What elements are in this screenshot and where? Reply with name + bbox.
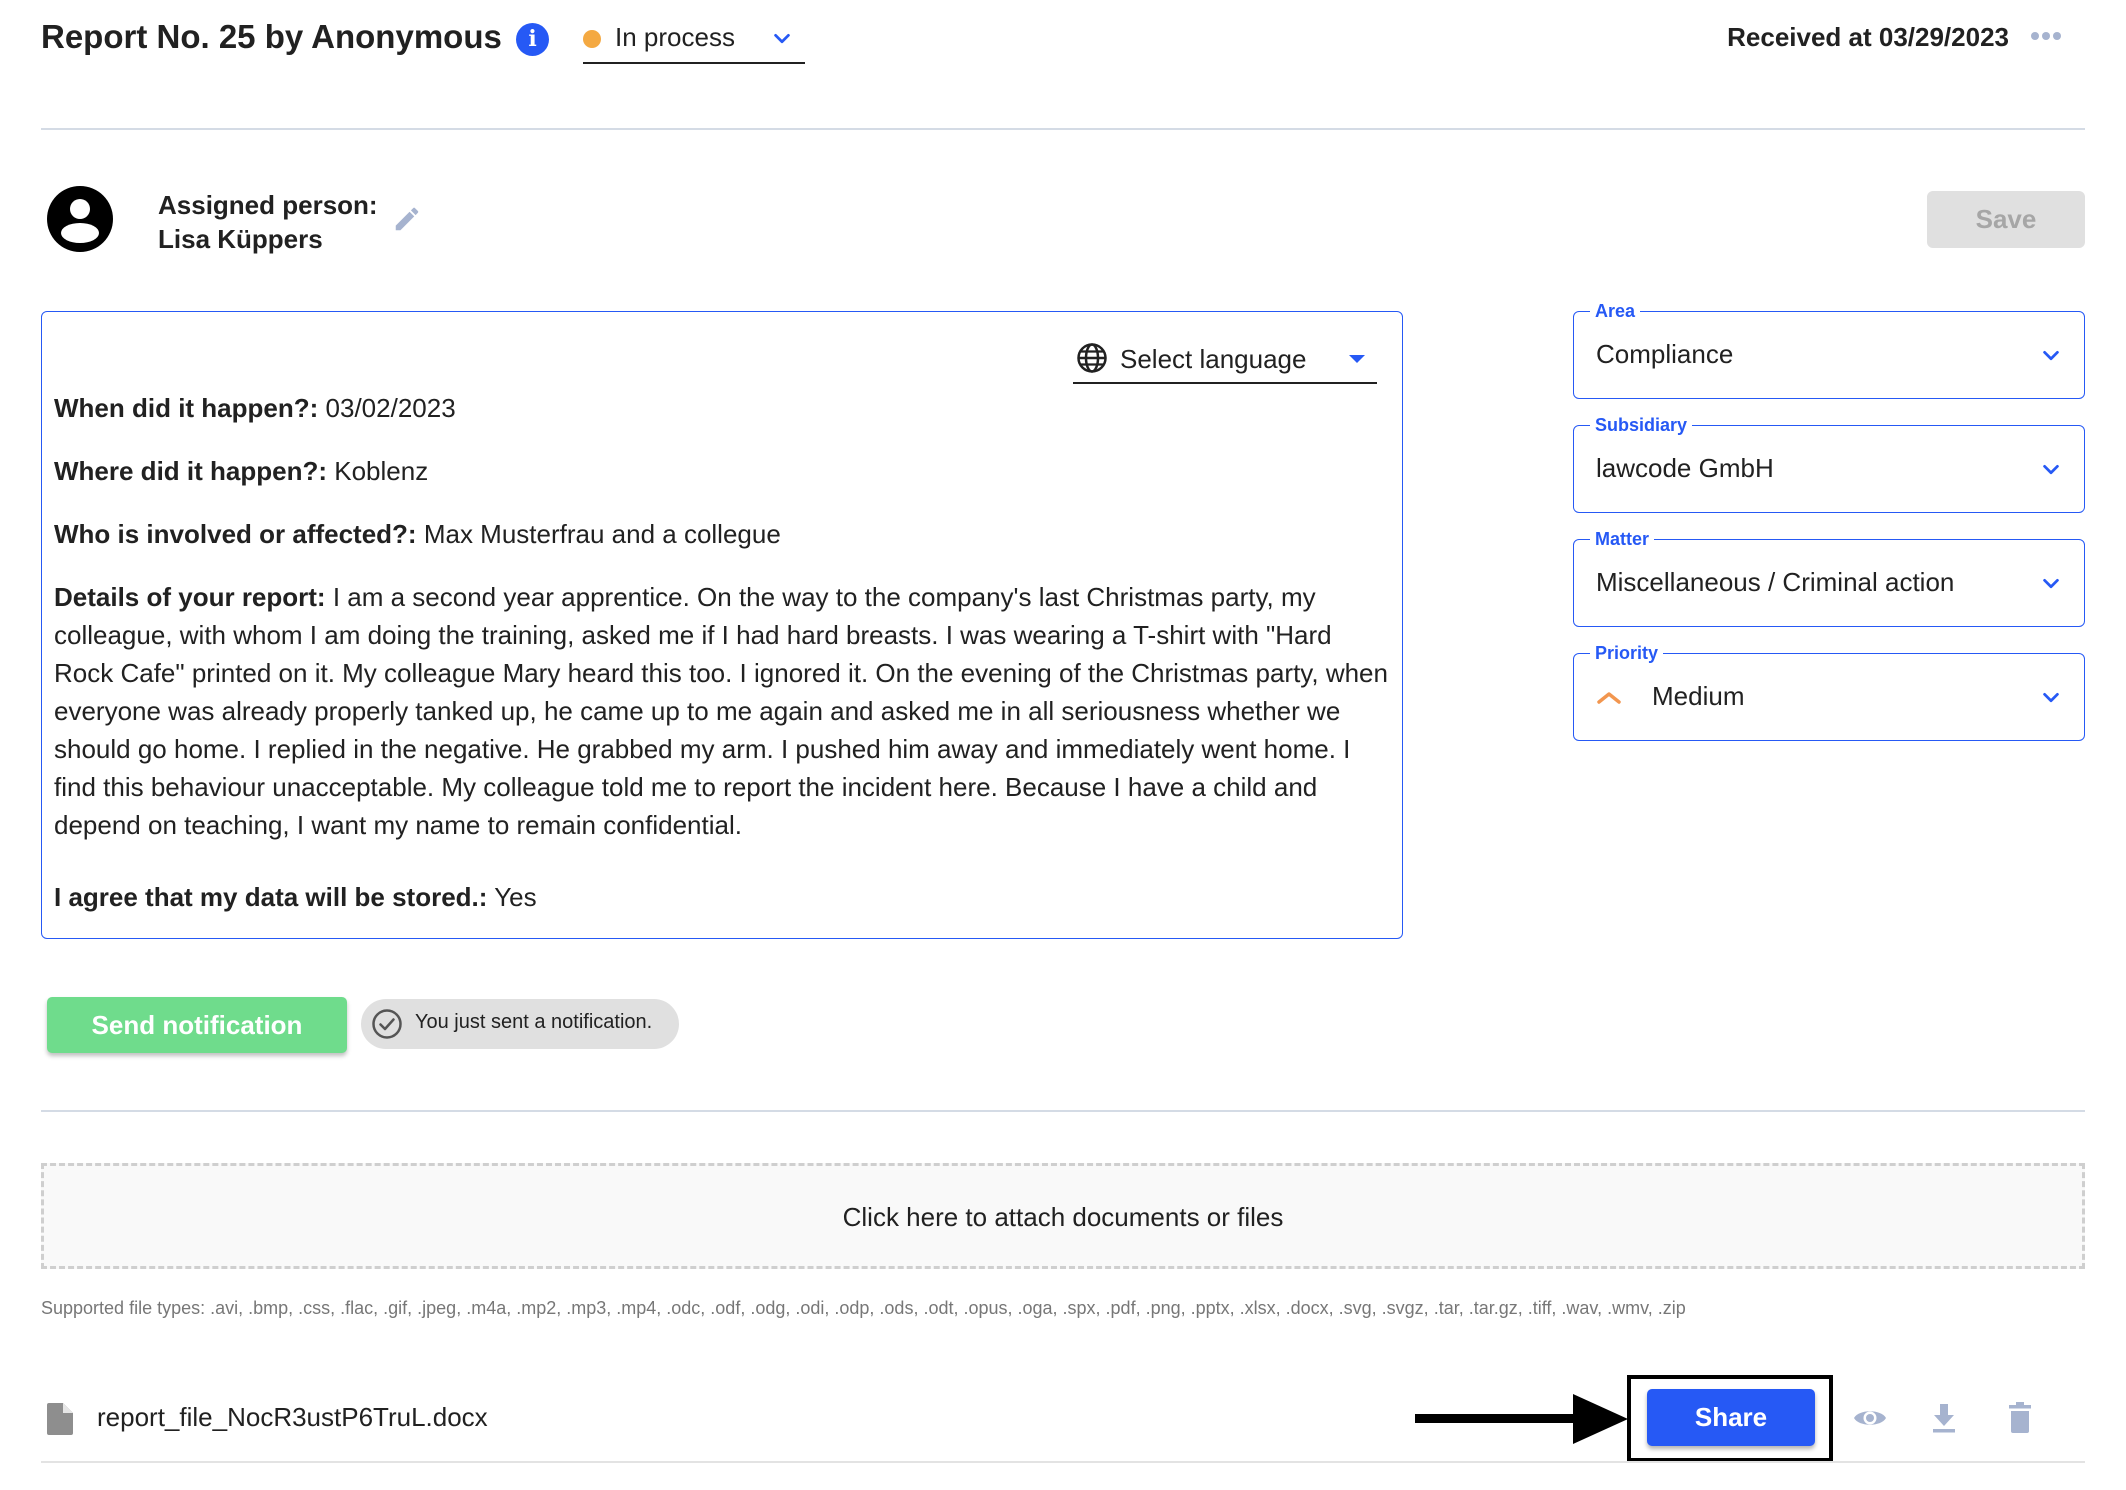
- report-entry: When did it happen?: 03/02/2023: [54, 389, 1394, 427]
- arrow-right-icon: [1415, 1394, 1628, 1444]
- subsidiary-select[interactable]: Subsidiary lawcode GmbH: [1573, 414, 2085, 513]
- entry-question: When did it happen?:: [54, 393, 319, 423]
- caret-down-icon: [1349, 355, 1365, 363]
- assigned-person-name: Lisa Küppers: [158, 224, 323, 254]
- field-value: Compliance: [1596, 339, 1734, 369]
- chevron-down-icon: [2043, 692, 2059, 703]
- avatar-icon: [47, 186, 113, 252]
- entry-answer: I am a second year apprentice. On the wa…: [54, 582, 1388, 840]
- chevron-down-icon: [774, 33, 790, 44]
- assigned-person-label: Assigned person:: [158, 190, 378, 220]
- file-row-divider: [41, 1461, 2085, 1463]
- field-legend: Area: [1590, 300, 1641, 322]
- share-button[interactable]: Share: [1647, 1389, 1815, 1446]
- entry-answer: Yes: [494, 882, 537, 912]
- chevron-down-icon: [2043, 464, 2059, 475]
- matter-select[interactable]: Matter Miscellaneous / Criminal action: [1573, 528, 2085, 627]
- area-select[interactable]: Area Compliance: [1573, 300, 2085, 399]
- report-entry: Where did it happen?: Koblenz: [54, 452, 1394, 490]
- entry-question: Details of your report:: [54, 582, 326, 612]
- section-divider: [41, 1110, 2085, 1112]
- field-legend: Priority: [1590, 642, 1664, 664]
- priority-select[interactable]: Priority Medium: [1573, 642, 2085, 741]
- field-value: Medium: [1652, 681, 1745, 711]
- page-title: Report No. 25 by Anonymous: [41, 18, 502, 55]
- globe-icon: [1077, 343, 1107, 373]
- status-dot: [583, 30, 601, 48]
- attach-dropzone-label: Click here to attach documents or files: [842, 1202, 1284, 1232]
- field-value: Miscellaneous / Criminal action: [1596, 567, 1955, 597]
- report-content: Select language When did it happen?: 03/…: [41, 311, 1403, 939]
- language-select[interactable]: Select language: [1073, 330, 1377, 384]
- entry-question: Where did it happen?:: [54, 456, 327, 486]
- status-label: In process: [615, 22, 735, 52]
- field-legend: Subsidiary: [1590, 414, 1693, 436]
- notification-toast: You just sent a notification.: [361, 999, 679, 1049]
- eye-icon[interactable]: [1852, 1400, 1888, 1436]
- chevron-up-icon: [1597, 692, 1621, 704]
- entry-answer: Max Musterfrau and a collegue: [423, 519, 781, 549]
- more-options-icon[interactable]: [2031, 30, 2061, 42]
- chevron-down-icon: [2043, 350, 2059, 361]
- status-select[interactable]: In process: [583, 14, 805, 64]
- chevron-down-icon: [2043, 578, 2059, 589]
- field-value: lawcode GmbH: [1596, 453, 1774, 483]
- entry-question: Who is involved or affected?:: [54, 519, 417, 549]
- check-circle-icon: [372, 1009, 402, 1039]
- download-icon[interactable]: [1926, 1400, 1962, 1436]
- report-entry: Who is involved or affected?: Max Muster…: [54, 515, 1394, 553]
- send-notification-button[interactable]: Send notification: [47, 997, 347, 1053]
- entry-answer: Koblenz: [334, 456, 429, 486]
- save-button[interactable]: Save: [1927, 191, 2085, 248]
- report-entry: Details of your report: I am a second ye…: [54, 578, 1394, 844]
- trash-icon[interactable]: [2002, 1400, 2038, 1436]
- entry-question: I agree that my data will be stored.:: [54, 882, 488, 912]
- received-date: Received at 03/29/2023: [1727, 22, 2009, 52]
- info-icon[interactable]: i: [516, 23, 549, 56]
- field-legend: Matter: [1590, 528, 1655, 550]
- supported-file-types: Supported file types: .avi, .bmp, .css, …: [41, 1298, 1686, 1318]
- pencil-icon[interactable]: [392, 204, 422, 234]
- attach-dropzone[interactable]: Click here to attach documents or files: [41, 1163, 2085, 1269]
- file-name[interactable]: report_file_NocR3ustP6TruL.docx: [97, 1402, 488, 1433]
- report-entry: I agree that my data will be stored.: Ye…: [54, 878, 1394, 916]
- toast-text: You just sent a notification.: [415, 1011, 653, 1033]
- entry-answer: 03/02/2023: [325, 393, 456, 423]
- language-select-label: Select language: [1120, 344, 1307, 374]
- header-divider: [41, 128, 2085, 130]
- file-icon: [47, 1403, 73, 1435]
